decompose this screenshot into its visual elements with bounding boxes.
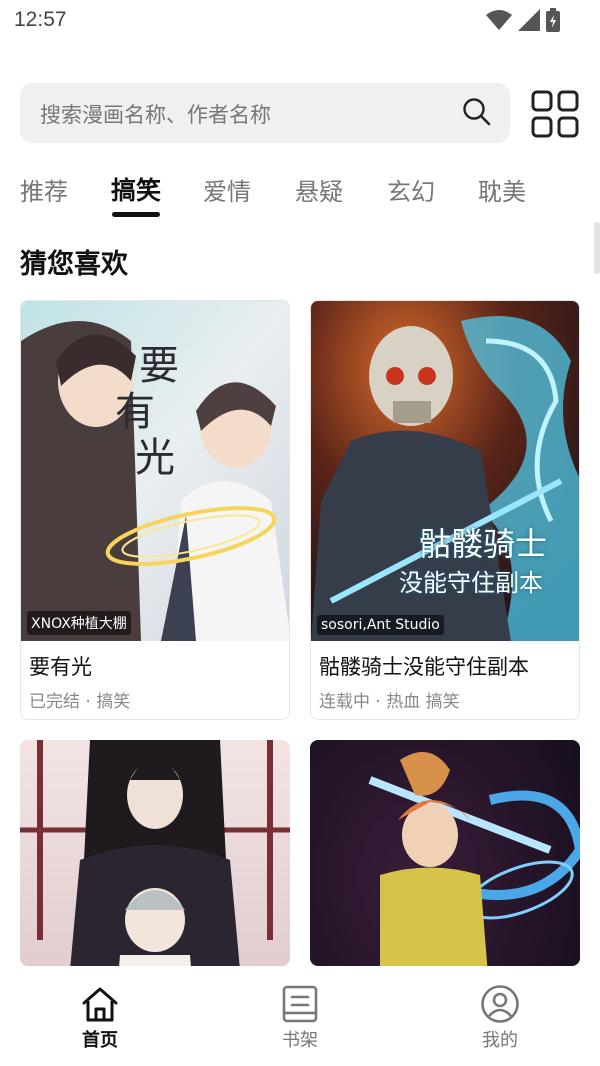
comic-cover[interactable]: [310, 740, 580, 966]
profile-icon: [481, 985, 519, 1023]
search-icon[interactable]: [462, 97, 492, 127]
comic-cover[interactable]: 骷髅骑士 没能守住副本 sosori,Ant Studio: [311, 301, 579, 641]
scroll-indicator[interactable]: [594, 222, 600, 274]
cell-signal-icon: [518, 9, 540, 31]
nav-home[interactable]: 首页: [60, 984, 140, 1052]
comic-title[interactable]: 骷髅骑士没能守住副本: [319, 651, 579, 681]
tab-fantasy[interactable]: 玄幻: [387, 172, 435, 207]
comic-meta: 连载中 · 热血 搞笑: [319, 692, 460, 712]
cover-title-text: 骷髅骑士: [419, 525, 548, 563]
nav-home-label: 首页: [82, 1030, 118, 1051]
bookshelf-icon: [282, 985, 318, 1023]
comic-card[interactable]: 骷髅骑士 没能守住副本 sosori,Ant Studio 骷髅骑士没能守住副本…: [310, 300, 580, 720]
comic-card[interactable]: [20, 740, 290, 966]
search-input[interactable]: 搜索漫画名称、作者名称: [20, 83, 510, 143]
cover-title-art: 要 有 光: [115, 343, 179, 481]
bottom-nav: 首页 书架 我的: [0, 966, 600, 1066]
section-title: 猜您喜欢: [20, 249, 128, 280]
nav-bookshelf-label: 书架: [282, 1030, 318, 1051]
cover-title-char: 有: [115, 389, 155, 435]
active-tab-indicator: [112, 212, 160, 217]
comic-card[interactable]: 要 有 光 XNOX种植大棚 要有光 已完结 · 搞笑: [20, 300, 290, 720]
cover-title-art: 骷髅骑士 没能守住副本: [399, 519, 547, 598]
grid-icon[interactable]: [531, 90, 579, 138]
comic-cover[interactable]: 要 有 光 XNOX种植大棚: [21, 301, 289, 641]
status-time: 12:57: [14, 8, 67, 31]
comic-cover[interactable]: [20, 740, 290, 966]
author-tag: sosori,Ant Studio: [317, 615, 444, 635]
nav-bookshelf[interactable]: 书架: [260, 984, 340, 1052]
nav-profile-label: 我的: [482, 1030, 518, 1051]
home-icon: [82, 987, 118, 1022]
cover-title-char: 光: [135, 435, 175, 481]
cover-art: [310, 740, 580, 966]
comic-card[interactable]: [310, 740, 580, 966]
tab-romance[interactable]: 爱情: [203, 172, 251, 207]
tab-recommend[interactable]: 推荐: [20, 172, 68, 207]
comic-title[interactable]: 要有光: [29, 651, 289, 681]
nav-profile[interactable]: 我的: [460, 984, 540, 1052]
status-icons: [486, 8, 560, 32]
cover-title-text: 没能守住副本: [399, 569, 543, 597]
cover-art: [20, 740, 290, 966]
tab-mystery[interactable]: 悬疑: [295, 172, 343, 207]
battery-charging-icon: [546, 8, 560, 32]
author-tag: XNOX种植大棚: [27, 611, 131, 635]
search-placeholder: 搜索漫画名称、作者名称: [40, 103, 271, 127]
tab-comedy[interactable]: 搞笑: [111, 171, 161, 207]
status-bar: 12:57: [0, 0, 600, 44]
cover-title-char: 要: [139, 343, 179, 389]
category-tabs: 推荐 搞笑 爱情 悬疑 玄幻 耽美: [20, 168, 600, 220]
comic-meta: 已完结 · 搞笑: [29, 692, 131, 712]
wifi-icon: [486, 10, 512, 30]
tab-bl[interactable]: 耽美: [478, 172, 526, 207]
